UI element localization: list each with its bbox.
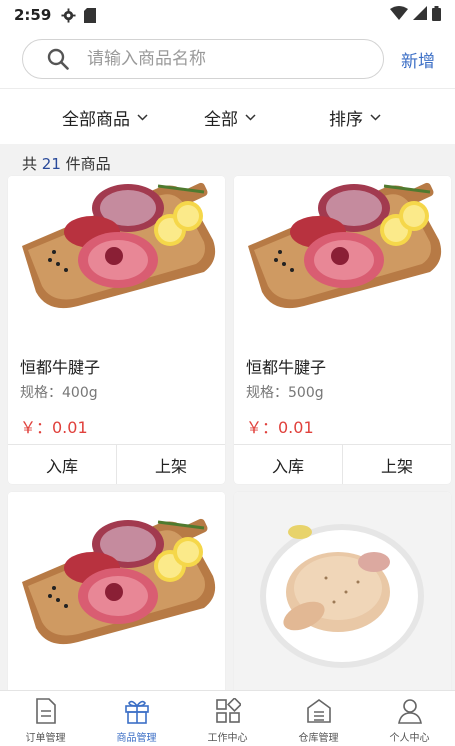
beef-image [234,176,451,336]
beef-image [8,176,225,336]
product-count: 共 21 件商品 [22,153,111,175]
nav-label: 工作中心 [207,733,248,744]
filter-status-dropdown[interactable]: 全部 [204,89,256,145]
warehouse-icon [306,698,332,724]
status-time: 2:59 [14,6,52,24]
nav-label: 个人中心 [389,733,430,744]
app-root: 2:59 新增 [0,0,455,746]
chicken-image [234,492,451,692]
product-price: ￥：0.01 [246,418,314,437]
order-icon [33,698,59,724]
product-card[interactable] [234,492,451,712]
product-spec: 规格：500g [246,385,324,401]
list-on-shelf-button[interactable]: 上架 [116,445,225,484]
chevron-down-icon [369,111,381,123]
settings-gear-icon [61,7,76,23]
card-actions: 入库 上架 [8,444,225,484]
beef-image [8,492,225,692]
product-card[interactable]: 恒都牛腱子 规格：500g ￥：0.01 入库 上架 [234,176,451,484]
bottom-navigation: 订单管理 商品管理 工作中心 仓库管理 个人中心 [0,690,455,746]
stock-in-button[interactable]: 入库 [234,445,342,484]
search-icon [45,46,71,72]
filter-label: 排序 [329,109,363,130]
sd-card-icon [84,7,97,23]
chevron-down-icon [136,111,148,123]
count-number: 21 [41,155,61,173]
search-box[interactable] [22,39,384,79]
wifi-icon [390,6,408,24]
nav-label: 订单管理 [25,733,66,744]
search-input[interactable] [87,49,357,69]
battery-icon [432,5,441,25]
status-bar: 2:59 [0,0,455,30]
gift-icon [124,698,150,724]
product-card[interactable]: 恒都牛腱子 规格：400g ￥：0.01 入库 上架 [8,176,225,484]
stock-in-button[interactable]: 入库 [8,445,116,484]
grid-icon [215,698,241,724]
status-right [390,5,441,25]
filter-label: 全部 [204,109,238,130]
nav-work-center[interactable]: 工作中心 [182,691,273,746]
filter-sort-dropdown[interactable]: 排序 [329,89,381,145]
nav-order-management[interactable]: 订单管理 [0,691,91,746]
nav-personal-center[interactable]: 个人中心 [364,691,455,746]
product-name: 恒都牛腱子 [246,358,327,377]
nav-warehouse-management[interactable]: 仓库管理 [273,691,364,746]
product-card[interactable] [8,492,225,712]
list-on-shelf-button[interactable]: 上架 [342,445,451,484]
nav-product-management[interactable]: 商品管理 [91,691,182,746]
filter-category-dropdown[interactable]: 全部商品 [62,89,148,145]
add-product-button[interactable]: 新增 [401,47,435,72]
card-actions: 入库 上架 [234,444,451,484]
user-icon [397,698,423,724]
chevron-down-icon [244,111,256,123]
signal-icon [413,6,427,24]
filter-bar: 全部商品 全部 排序 [0,88,455,144]
product-price: ￥：0.01 [20,418,88,437]
count-suffix: 件商品 [65,155,111,173]
search-header: 新增 [0,30,455,88]
filter-label: 全部商品 [62,109,130,130]
nav-label: 仓库管理 [298,733,339,744]
product-spec: 规格：400g [20,385,98,401]
product-name: 恒都牛腱子 [20,358,101,377]
nav-label: 商品管理 [116,733,157,744]
count-prefix: 共 [22,155,38,173]
